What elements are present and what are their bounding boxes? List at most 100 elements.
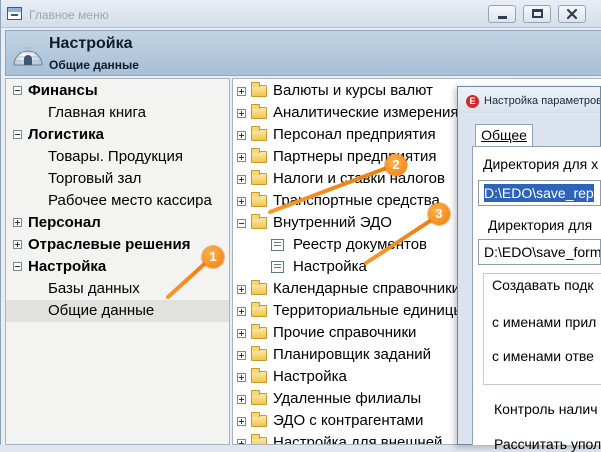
title-bar[interactable]: Главное меню [1,0,601,28]
nav-item-sales-floor[interactable]: Торговый зал [6,168,229,190]
nav-item-cashier-workplace[interactable]: Рабочее место кассира [6,190,229,212]
nav-item-label: Торговый зал [48,170,142,187]
option-responsible-names[interactable]: с именами отве [492,348,594,364]
folder-icon [251,346,267,361]
nav-group-industry-solutions[interactable]: Отраслевые решения [6,234,229,256]
calc-label: Рассчитать упол [494,436,601,452]
page-subtitle: Общие данные [49,58,139,72]
expand-icon[interactable] [237,197,246,206]
collapse-icon[interactable] [237,219,246,228]
folder-icon [251,104,267,119]
tree-item-label: ЭДО с контрагентами [273,412,424,429]
tree-item-label: Персонал предприятия [273,126,436,143]
group-label: Создавать подк [492,277,594,293]
folder-icon [251,126,267,141]
folder-icon [251,192,267,207]
dir-input-1[interactable]: D:\EDO\save_rep [478,180,601,206]
folder-icon [251,82,267,97]
tree-item-label: Настройка [273,368,347,385]
nav-item-general-data[interactable]: Общие данные [6,300,229,322]
maximize-icon [531,9,543,18]
app-logo-icon: E [466,95,479,108]
folder-icon [251,148,267,163]
callout-badge-1: 1 [202,246,224,268]
dialog-title: Настройка параметров [484,95,601,107]
option-attachment-names[interactable]: с именами прил [492,314,596,330]
dir-input-2[interactable]: D:\EDO\save_form [478,239,601,265]
nav-group-settings[interactable]: Настройка [6,256,229,278]
section-header: Настройка Общие данные [5,30,601,76]
dir-value-1: D:\EDO\save_rep [484,184,594,202]
expand-icon[interactable] [237,153,246,162]
expand-icon[interactable] [237,439,246,444]
collapse-icon[interactable] [13,130,22,139]
tree-item-label: Удаленные филиалы [273,390,422,407]
collapse-icon[interactable] [13,86,22,95]
dialog-title-bar[interactable]: E Настройка параметров [458,87,601,113]
left-nav-panel: Финансы Главная книга Логистика Товары. … [5,78,230,445]
dir-label-1: Директория для х [483,156,599,172]
tree-item-label: Прочие справочники [273,324,417,341]
folder-icon [251,324,267,339]
minimize-button[interactable] [488,5,516,23]
tree-item-label: Транспортные средства [273,192,440,209]
nav-group-logistics[interactable]: Логистика [6,124,229,146]
folder-icon [251,412,267,427]
folder-icon [251,434,267,444]
callout-badge-3: 3 [428,203,450,225]
igloo-icon [13,47,43,66]
expand-icon[interactable] [237,109,246,118]
tab-general[interactable]: Общее [475,124,533,146]
nav-item-label: Главная книга [48,104,146,121]
expand-icon[interactable] [13,218,22,227]
close-button[interactable] [558,5,586,23]
tree-item-label: Валюты и курсы валют [273,82,433,99]
window-title: Главное меню [29,8,109,22]
expand-icon[interactable] [237,175,246,184]
folder-icon [251,302,267,317]
app-window-icon [7,7,22,20]
folder-icon [251,390,267,405]
nav-group-label: Логистика [28,126,104,143]
tree-item-label: Внутренний ЭДО [273,214,392,231]
maximize-button[interactable] [523,5,551,23]
nav-item-general-ledger[interactable]: Главная книга [6,102,229,124]
control-label: Контроль налич [494,401,598,417]
expand-icon[interactable] [237,285,246,294]
close-icon [566,8,578,20]
expand-icon[interactable] [237,395,246,404]
expand-icon[interactable] [237,351,246,360]
collapse-icon[interactable] [13,262,22,271]
folder-open-icon [251,214,267,229]
expand-icon[interactable] [13,240,22,249]
nav-group-personnel[interactable]: Персонал [6,212,229,234]
dir-label-2: Директория для [488,217,593,233]
tree-item-label: Реестр документов [293,236,428,253]
tree-item-label: Календарные справочники [273,280,461,297]
folder-icon [251,368,267,383]
nav-item-label: Общие данные [48,302,155,319]
expand-icon[interactable] [237,307,246,316]
expand-icon[interactable] [237,329,246,338]
document-list-icon [271,239,284,251]
nav-item-label: Рабочее место кассира [48,192,212,209]
tree-item-label: Партнеры предприятия [273,148,437,165]
tree-item-label: Настройка для внешней [273,434,443,445]
minimize-icon [497,16,507,19]
expand-icon[interactable] [237,417,246,426]
nav-item-databases[interactable]: Базы данных [6,278,229,300]
nav-item-label: Товары. Продукция [48,148,183,165]
folder-icon [251,170,267,185]
expand-icon[interactable] [237,131,246,140]
folder-icon [251,280,267,295]
nav-group-label: Настройка [28,258,107,275]
nav-group-label: Отраслевые решения [28,236,191,253]
tree-item-label: Аналитические измерения [273,104,459,121]
document-list-icon [271,261,284,273]
expand-icon[interactable] [237,373,246,382]
nav-item-goods[interactable]: Товары. Продукция [6,146,229,168]
nav-group-finance[interactable]: Финансы [6,80,229,102]
page-title: Настройка [49,35,133,52]
expand-icon[interactable] [237,87,246,96]
tree-item-label: Планировщик заданий [273,346,431,363]
